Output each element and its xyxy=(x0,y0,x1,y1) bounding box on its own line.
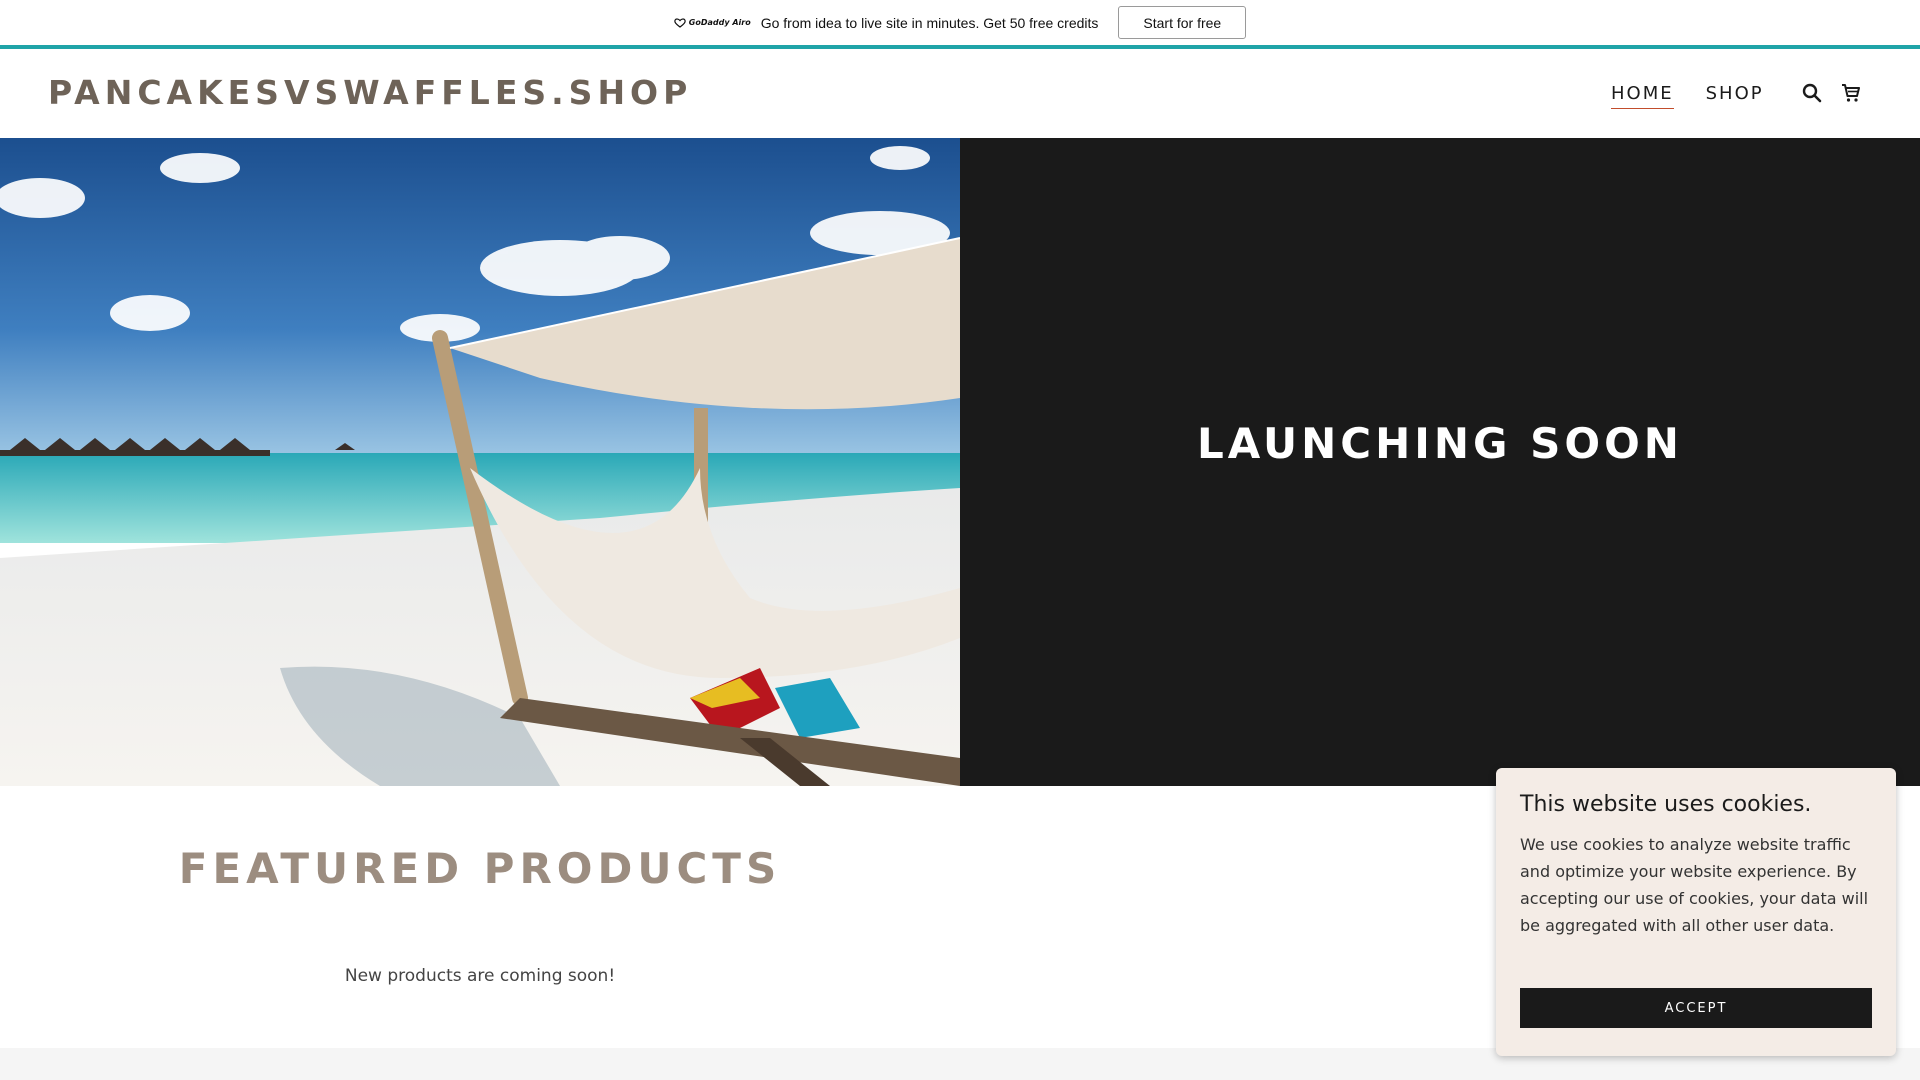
nav-item-shop[interactable]: SHOP xyxy=(1706,83,1764,109)
hero-section: LAUNCHING SOON xyxy=(0,138,1920,786)
start-for-free-button[interactable]: Start for free xyxy=(1118,6,1247,39)
beach-hammock-image xyxy=(0,138,960,786)
cookie-banner-body: We use cookies to analyze website traffi… xyxy=(1520,835,1869,935)
cookie-banner-title: This website uses cookies. xyxy=(1520,792,1812,817)
godaddy-heart-icon xyxy=(674,17,686,28)
godaddy-airo-logo-text: GoDaddy Airo xyxy=(688,18,751,27)
nav-item-home[interactable]: HOME xyxy=(1611,83,1674,109)
coming-soon-message: New products are coming soon! xyxy=(344,966,616,986)
site-logo[interactable]: PANCAKESVSWAFFLES.SHOP xyxy=(48,73,692,112)
promo-message: Go from idea to live site in minutes. Ge… xyxy=(760,14,1099,31)
accept-cookies-button[interactable]: ACCEPT xyxy=(1520,988,1872,1028)
main-nav: HOME SHOP xyxy=(1611,83,1764,109)
site-header: PANCAKESVSWAFFLES.SHOP HOME SHOP xyxy=(0,49,1920,138)
hero-headline: LAUNCHING SOON xyxy=(1197,418,1683,468)
hero-image xyxy=(0,138,960,786)
promo-bar: GoDaddy Airo Go from idea to live site i… xyxy=(0,0,1920,45)
hero-text-panel: LAUNCHING SOON xyxy=(960,138,1920,786)
godaddy-airo-logo: GoDaddy Airo xyxy=(674,17,751,28)
search-icon[interactable] xyxy=(1801,82,1823,104)
cart-icon[interactable] xyxy=(1840,82,1862,104)
featured-products-title: FEATURED PRODUCTS xyxy=(178,844,782,893)
cookie-banner: This website uses cookies. We use cookie… xyxy=(1496,768,1896,1056)
